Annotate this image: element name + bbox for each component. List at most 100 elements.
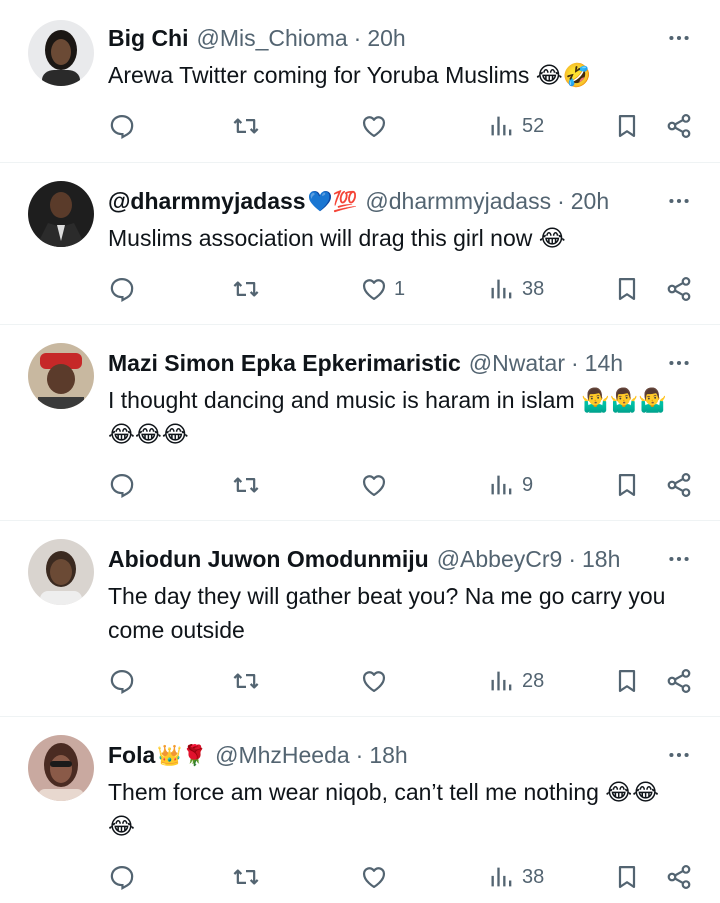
views-count: 9 <box>522 473 534 496</box>
author-handle[interactable]: @Mis_Chioma <box>197 25 348 52</box>
tweet-actions: 1 38 <box>108 275 692 305</box>
views-count: 52 <box>522 114 545 137</box>
tweet-text: The day they will gather beat you? Na me… <box>108 583 666 643</box>
share-icon <box>667 473 691 497</box>
reply-button[interactable] <box>108 667 142 695</box>
bookmark-button[interactable] <box>613 471 641 499</box>
timestamp[interactable]: 20h <box>571 188 609 215</box>
bookmark-button[interactable] <box>613 275 641 303</box>
bookmark-icon <box>618 277 636 301</box>
tweet[interactable]: @dharmmyjadass 💙💯 @dharmmyjadass · 20h M… <box>0 163 720 325</box>
views-button[interactable]: 38 <box>488 275 544 303</box>
share-button[interactable] <box>665 275 693 303</box>
retweet-button[interactable] <box>232 863 266 891</box>
tweet-header: Fola 👑🌹 @MhzHeeda · 18h <box>108 739 692 771</box>
tweet-content: Abiodun Juwon Omodunmiju @AbbeyCr9 · 18h… <box>108 543 692 647</box>
avatar[interactable] <box>28 181 94 247</box>
like-count: 1 <box>394 277 406 300</box>
views-button[interactable]: 28 <box>488 667 544 695</box>
more-icon[interactable] <box>664 22 692 54</box>
timestamp[interactable]: 14h <box>585 350 623 377</box>
more-icon[interactable] <box>664 347 692 379</box>
views-button[interactable]: 9 <box>488 471 533 499</box>
views-icon <box>491 475 512 495</box>
like-icon <box>362 116 386 138</box>
like-button[interactable] <box>360 863 394 891</box>
bookmark-icon <box>618 669 636 693</box>
avatar[interactable] <box>28 343 94 409</box>
share-button[interactable] <box>665 863 693 891</box>
author-name[interactable]: Fola <box>108 742 155 769</box>
tweet-text: Arewa Twitter coming for Yoruba Muslims … <box>108 62 592 88</box>
tweet-content: @dharmmyjadass 💙💯 @dharmmyjadass · 20h M… <box>108 185 692 255</box>
author-handle[interactable]: @Nwatar <box>469 350 565 377</box>
tweet-content: Fola 👑🌹 @MhzHeeda · 18h Them force am we… <box>108 739 692 843</box>
bookmark-icon <box>618 473 636 497</box>
tweet-text: Muslims association will drag this girl … <box>108 225 566 251</box>
retweet-icon <box>233 477 259 493</box>
retweet-icon <box>233 673 259 689</box>
retweet-button[interactable] <box>232 275 266 303</box>
views-button[interactable]: 38 <box>488 863 544 891</box>
tweet-header: @dharmmyjadass 💙💯 @dharmmyjadass · 20h <box>108 185 692 217</box>
reply-button[interactable] <box>108 275 142 303</box>
separator-dot: · <box>571 349 579 376</box>
like-button[interactable] <box>360 471 394 499</box>
like-button[interactable] <box>360 667 394 695</box>
retweet-icon <box>233 869 259 885</box>
author-name[interactable]: Big Chi <box>108 25 189 52</box>
bookmark-button[interactable] <box>613 863 641 891</box>
retweet-button[interactable] <box>232 667 266 695</box>
tweet-header: Mazi Simon Epka Epkerimaristic @Nwatar ·… <box>108 347 692 379</box>
views-icon <box>491 867 512 887</box>
author-handle[interactable]: @dharmmyjadass <box>365 188 551 215</box>
more-icon[interactable] <box>664 739 692 771</box>
reply-button[interactable] <box>108 112 142 140</box>
tweet[interactable]: Abiodun Juwon Omodunmiju @AbbeyCr9 · 18h… <box>0 521 720 717</box>
reply-icon <box>110 277 134 302</box>
author-name[interactable]: Abiodun Juwon Omodunmiju <box>108 546 429 573</box>
timestamp[interactable]: 20h <box>367 25 405 52</box>
bookmark-button[interactable] <box>613 112 641 140</box>
author-name[interactable]: @dharmmyjadass <box>108 188 306 215</box>
views-icon <box>491 671 512 691</box>
timestamp[interactable]: 18h <box>369 742 407 769</box>
share-button[interactable] <box>665 471 693 499</box>
reply-feed: Big Chi @Mis_Chioma · 20h Arewa Twitter … <box>0 0 720 903</box>
tweet[interactable]: Fola 👑🌹 @MhzHeeda · 18h Them force am we… <box>0 717 720 903</box>
share-icon <box>667 669 691 693</box>
author-handle[interactable]: @AbbeyCr9 <box>437 546 563 573</box>
retweet-button[interactable] <box>232 112 266 140</box>
timestamp[interactable]: 18h <box>582 546 620 573</box>
like-button[interactable] <box>360 112 394 140</box>
reply-button[interactable] <box>108 471 142 499</box>
reply-icon <box>110 114 134 139</box>
views-button[interactable]: 52 <box>488 112 544 140</box>
reply-icon <box>110 669 134 694</box>
share-icon <box>667 114 691 138</box>
author-name[interactable]: Mazi Simon Epka Epkerimaristic <box>108 350 461 377</box>
like-icon <box>362 867 386 889</box>
bookmark-icon <box>618 865 636 889</box>
avatar[interactable] <box>28 20 94 86</box>
tweet[interactable]: Big Chi @Mis_Chioma · 20h Arewa Twitter … <box>0 0 720 163</box>
tweet-actions: 9 <box>108 471 692 501</box>
more-icon[interactable] <box>664 185 692 217</box>
tweet-header: Abiodun Juwon Omodunmiju @AbbeyCr9 · 18h <box>108 543 692 575</box>
retweet-button[interactable] <box>232 471 266 499</box>
tweet-actions: 28 <box>108 667 692 697</box>
more-icon[interactable] <box>664 543 692 575</box>
views-count: 38 <box>522 865 545 888</box>
share-button[interactable] <box>665 667 693 695</box>
tweet[interactable]: Mazi Simon Epka Epkerimaristic @Nwatar ·… <box>0 325 720 521</box>
like-button[interactable]: 1 <box>360 275 405 303</box>
avatar[interactable] <box>28 539 94 605</box>
reply-button[interactable] <box>108 863 142 891</box>
bookmark-button[interactable] <box>613 667 641 695</box>
author-handle[interactable]: @MhzHeeda <box>215 742 350 769</box>
avatar[interactable] <box>28 735 94 801</box>
views-count: 28 <box>522 669 545 692</box>
share-icon <box>667 277 691 301</box>
share-button[interactable] <box>665 112 693 140</box>
bookmark-icon <box>618 114 636 138</box>
